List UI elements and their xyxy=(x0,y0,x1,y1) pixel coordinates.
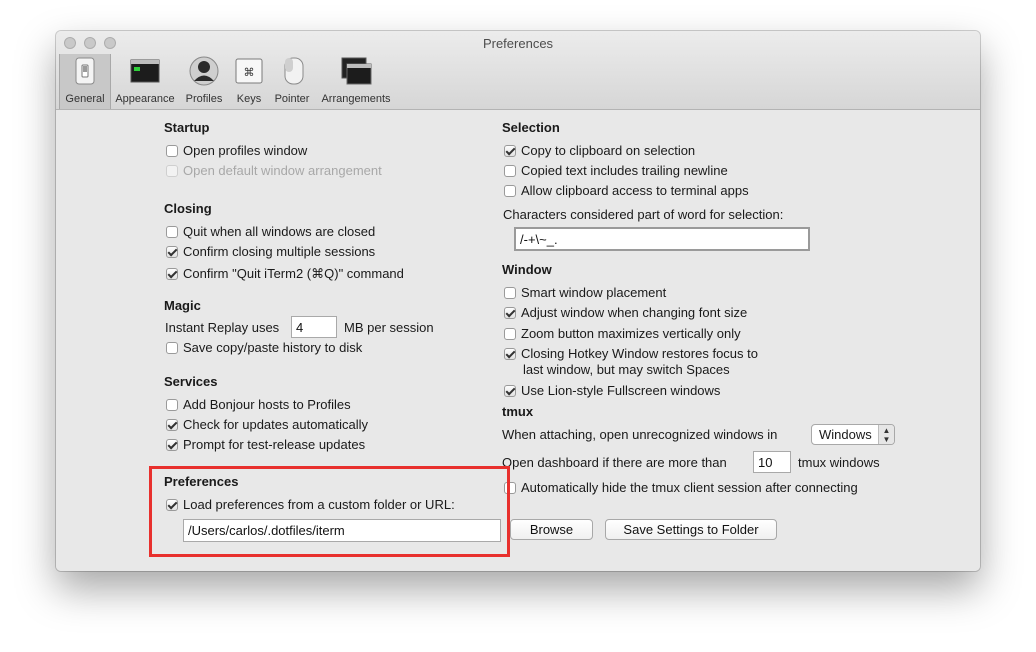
checkbox-box xyxy=(166,342,178,354)
user-icon xyxy=(189,56,219,86)
checkbox-box xyxy=(504,145,516,157)
save-history-checkbox[interactable]: Save copy/paste history to disk xyxy=(166,339,362,356)
prompt-test-release-checkbox[interactable]: Prompt for test-release updates xyxy=(166,436,365,453)
checkbox-box xyxy=(504,348,516,360)
hotkey-restore-checkbox[interactable]: Closing Hotkey Window restores focus to xyxy=(504,345,758,362)
tmux-dashboard-label: Open dashboard if there are more than xyxy=(502,455,727,470)
tab-general[interactable]: General xyxy=(59,54,111,109)
checkbox-box xyxy=(504,307,516,319)
windows-stack-icon xyxy=(341,57,372,85)
checkbox-box xyxy=(504,385,516,397)
tmux-dashboard-unit: tmux windows xyxy=(798,455,880,470)
copy-on-selection-checkbox[interactable]: Copy to clipboard on selection xyxy=(504,142,695,159)
checkbox-box xyxy=(166,419,178,431)
word-chars-label: Characters considered part of word for s… xyxy=(503,207,784,222)
quit-when-closed-checkbox[interactable]: Quit when all windows are closed xyxy=(166,223,375,240)
checkbox-box xyxy=(504,287,516,299)
checkbox-box xyxy=(504,328,516,340)
tmux-heading: tmux xyxy=(502,404,534,419)
switch-icon xyxy=(75,57,95,85)
instant-replay-label: Instant Replay uses xyxy=(165,320,280,335)
zoom-vertical-checkbox[interactable]: Zoom button maximizes vertically only xyxy=(504,325,741,342)
checkbox-box xyxy=(504,165,516,177)
tab-pointer[interactable]: Pointer xyxy=(270,54,314,109)
open-profiles-checkbox[interactable]: Open profiles window xyxy=(166,142,307,159)
command-key-icon: ⌘ xyxy=(235,58,263,84)
tab-keys[interactable]: ⌘ Keys xyxy=(231,54,267,109)
tmux-autohide-checkbox[interactable]: Automatically hide the tmux client sessi… xyxy=(504,479,858,496)
tmux-attach-popup[interactable]: Windows ▲ ▼ xyxy=(811,424,895,445)
tab-appearance[interactable]: Appearance xyxy=(112,54,178,109)
confirm-quit-checkbox[interactable]: Confirm "Quit iTerm2 (⌘Q)" command xyxy=(166,265,404,282)
checkbox-box xyxy=(166,165,178,177)
services-heading: Services xyxy=(164,374,218,389)
titlebar: Preferences General Appearance Profiles … xyxy=(56,31,980,110)
monitor-icon xyxy=(130,59,160,83)
hotkey-restore-line2: last window, but may switch Spaces xyxy=(523,362,730,377)
confirm-multiple-checkbox[interactable]: Confirm closing multiple sessions xyxy=(166,243,375,260)
startup-heading: Startup xyxy=(164,120,210,135)
checkbox-box xyxy=(166,145,178,157)
save-settings-to-folder-button[interactable]: Save Settings to Folder xyxy=(605,519,777,540)
tab-arrangements[interactable]: Arrangements xyxy=(318,54,394,109)
window-title: Preferences xyxy=(482,36,554,51)
window-heading: Window xyxy=(502,262,552,277)
svg-text:⌘: ⌘ xyxy=(244,66,255,79)
clipboard-access-checkbox[interactable]: Allow clipboard access to terminal apps xyxy=(504,182,749,199)
instant-replay-unit: MB per session xyxy=(344,320,434,335)
tab-profiles[interactable]: Profiles xyxy=(182,54,226,109)
tmux-attach-label: When attaching, open unrecognized window… xyxy=(502,427,778,442)
lion-fullscreen-checkbox[interactable]: Use Lion-style Fullscreen windows xyxy=(504,382,720,399)
browse-button[interactable]: Browse xyxy=(510,519,593,540)
mouse-icon xyxy=(284,57,304,85)
selection-heading: Selection xyxy=(502,120,560,135)
open-default-arrangement-checkbox: Open default window arrangement xyxy=(166,162,382,179)
tmux-dashboard-field[interactable] xyxy=(753,451,791,473)
chevron-up-down-icon: ▲ ▼ xyxy=(878,425,894,444)
checkbox-box xyxy=(166,268,178,280)
trailing-newline-checkbox[interactable]: Copied text includes trailing newline xyxy=(504,162,728,179)
check-updates-checkbox[interactable]: Check for updates automatically xyxy=(166,416,368,433)
checkbox-box xyxy=(166,399,178,411)
smart-placement-checkbox[interactable]: Smart window placement xyxy=(504,284,666,301)
preferences-highlight-box xyxy=(149,466,510,557)
closing-heading: Closing xyxy=(164,201,212,216)
checkbox-box xyxy=(166,226,178,238)
adjust-font-checkbox[interactable]: Adjust window when changing font size xyxy=(504,304,747,321)
word-chars-field[interactable] xyxy=(514,227,810,251)
instant-replay-field[interactable] xyxy=(291,316,337,338)
checkbox-box xyxy=(166,439,178,451)
checkbox-box xyxy=(504,185,516,197)
bonjour-checkbox[interactable]: Add Bonjour hosts to Profiles xyxy=(166,396,351,413)
checkbox-box xyxy=(166,246,178,258)
magic-heading: Magic xyxy=(164,298,201,313)
